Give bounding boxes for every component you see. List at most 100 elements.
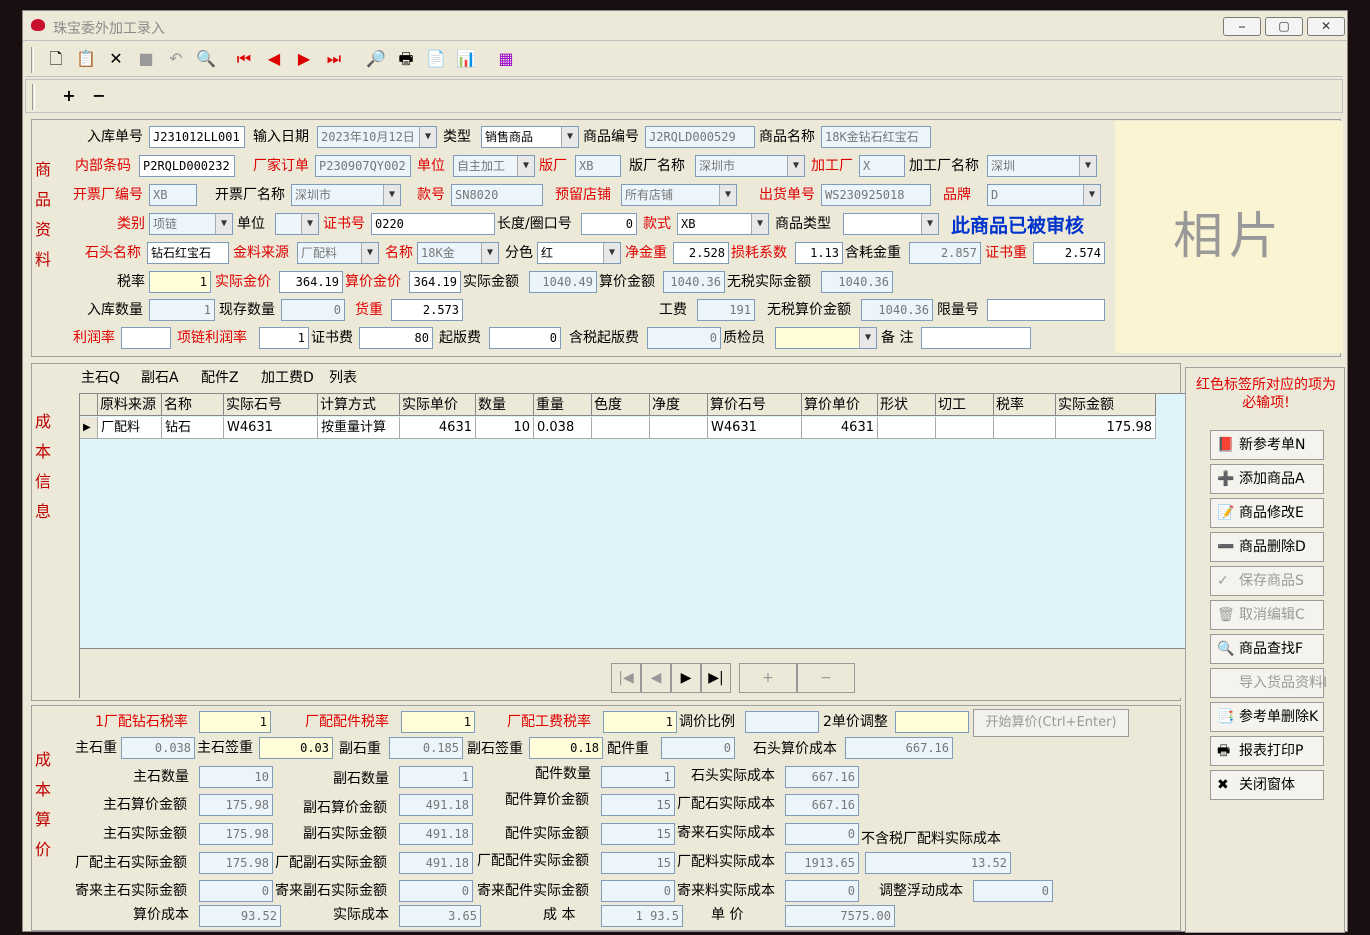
grid-cell[interactable]: 按重量计算: [318, 417, 400, 439]
sent-main-stone-amt-field[interactable]: 0: [199, 880, 273, 902]
qc-select[interactable]: [775, 327, 877, 349]
undo-icon[interactable]: ↶: [165, 49, 187, 69]
print-report-button[interactable]: 🖶 报表打印P: [1210, 736, 1324, 766]
in-no-field[interactable]: J231012LL001: [149, 126, 245, 148]
date-picker[interactable]: 2023年10月12日: [317, 126, 437, 148]
code-field[interactable]: J2RQLD000529: [645, 126, 755, 148]
ver-name-select[interactable]: 深圳市: [695, 155, 805, 177]
grid-cell[interactable]: [650, 417, 708, 439]
notax-calc-field[interactable]: 1040.36: [861, 299, 933, 321]
ptype-select[interactable]: [843, 213, 939, 235]
tab-labor[interactable]: 加工费D: [261, 367, 314, 389]
factory-side-stone-amt-field[interactable]: 491.18: [399, 852, 473, 874]
limit-field[interactable]: [987, 299, 1105, 321]
grid-cell[interactable]: 175.98: [1056, 417, 1156, 439]
name-field[interactable]: 18K金钻石红宝石: [821, 126, 931, 148]
grid-cell[interactable]: 厂配料: [98, 417, 162, 439]
remove-icon[interactable]: −: [88, 86, 110, 106]
new-icon[interactable]: 🗋: [45, 49, 67, 69]
tax-field[interactable]: 1: [149, 271, 211, 293]
nav-last-button[interactable]: ▶|: [701, 663, 731, 693]
minfee-field[interactable]: 0: [489, 327, 561, 349]
cost-field[interactable]: 1 93.5: [601, 905, 683, 927]
main-stone-qty-field[interactable]: 10: [199, 766, 273, 788]
certw-field[interactable]: 2.574: [1033, 242, 1105, 264]
minimize-button[interactable]: ⎯: [1223, 17, 1261, 36]
parts-weight-field[interactable]: 0: [661, 737, 735, 759]
color-select[interactable]: 红: [537, 242, 621, 264]
inv-name-select[interactable]: 深圳市: [291, 184, 401, 206]
side-stone-actual-amt-field[interactable]: 491.18: [399, 823, 473, 845]
out-no-field[interactable]: WS230925018: [821, 184, 931, 206]
style-field[interactable]: SN8020: [451, 184, 543, 206]
type-select[interactable]: 销售商品: [481, 126, 579, 148]
rate3-field[interactable]: 1: [603, 711, 677, 733]
preview-icon[interactable]: 🔎: [365, 49, 387, 69]
rate2-field[interactable]: 1: [401, 711, 475, 733]
side-stone-tag-field[interactable]: 0.18: [529, 737, 603, 759]
unit-price-field[interactable]: 7575.00: [785, 905, 895, 927]
nav-first-button[interactable]: |◀: [611, 663, 641, 693]
main-stone-actual-amt-field[interactable]: 175.98: [199, 823, 273, 845]
grid-cell[interactable]: 10: [476, 417, 534, 439]
factory-order-field[interactable]: P230907QY002: [315, 155, 411, 177]
stone-calc-cost-field[interactable]: 667.16: [845, 737, 953, 759]
nav-next-button[interactable]: ▶: [671, 663, 701, 693]
nav-prev-button[interactable]: ◀: [641, 663, 671, 693]
delete-reference-button[interactable]: 📑 参考单删除K: [1210, 702, 1324, 732]
grid-cell[interactable]: 4631: [802, 417, 878, 439]
inv-no-field[interactable]: XB: [149, 184, 197, 206]
grid-cell[interactable]: W4631: [224, 417, 318, 439]
parts-calc-amt-field[interactable]: 15: [601, 794, 675, 816]
sent-side-stone-amt-field[interactable]: 0: [399, 880, 473, 902]
main-stone-tag-field[interactable]: 0.03: [259, 737, 333, 759]
parts-actual-amt-field[interactable]: 15: [601, 823, 675, 845]
store-select[interactable]: 所有店铺: [621, 184, 737, 206]
side-stone-qty-field[interactable]: 1: [399, 766, 473, 788]
adj-field[interactable]: [745, 711, 819, 733]
cert-field[interactable]: 0220: [371, 213, 495, 235]
actual-amt-field[interactable]: 1040.49: [529, 271, 597, 293]
export-icon[interactable]: 📄: [425, 49, 447, 69]
grid-cell[interactable]: [592, 417, 650, 439]
proc-field[interactable]: X: [859, 155, 905, 177]
factory-main-stone-amt-field[interactable]: 175.98: [199, 852, 273, 874]
parts-qty-field[interactable]: 1: [601, 766, 675, 788]
grid-icon[interactable]: ▦: [495, 49, 517, 69]
tab-parts[interactable]: 配件Z: [201, 367, 239, 389]
certfee-field[interactable]: 80: [359, 327, 433, 349]
find-product-button[interactable]: 🔍 商品查找F: [1210, 634, 1324, 664]
weight-field[interactable]: 2.573: [391, 299, 463, 321]
last-record-icon[interactable]: ⏭: [323, 49, 345, 69]
proc-name-select[interactable]: 深圳: [987, 155, 1097, 177]
modify-product-button[interactable]: 📝 商品修改E: [1210, 498, 1324, 528]
loss-field[interactable]: 1.13: [795, 242, 843, 264]
factory-parts-amt-field[interactable]: 15: [601, 852, 675, 874]
unit-select[interactable]: 自主加工: [453, 155, 535, 177]
factory-stone-cost-field[interactable]: 667.16: [785, 794, 859, 816]
taxmin-field[interactable]: 0: [647, 327, 721, 349]
maximize-button[interactable]: ▢: [1265, 17, 1303, 36]
notax-factory-cost-field[interactable]: 13.52: [865, 852, 1011, 874]
calc-gp-field[interactable]: 364.19: [409, 271, 461, 293]
ver-field[interactable]: XB: [575, 155, 621, 177]
main-stone-calc-amt-field[interactable]: 175.98: [199, 794, 273, 816]
first-record-icon[interactable]: ⏮: [233, 49, 255, 69]
notax-field[interactable]: 1040.36: [821, 271, 893, 293]
delete-product-button[interactable]: ➖ 商品删除D: [1210, 532, 1324, 562]
tab-side-stone[interactable]: 副石A: [141, 367, 179, 389]
close-form-button[interactable]: ✖ 关闭窗体: [1210, 770, 1324, 800]
start-calc-button[interactable]: 开始算价(Ctrl+Enter): [973, 709, 1129, 737]
calc-amt-field[interactable]: 1040.36: [663, 271, 725, 293]
excel-icon[interactable]: 📊: [455, 49, 477, 69]
actual-cost-field[interactable]: 3.65: [399, 905, 481, 927]
sent-stone-cost-field[interactable]: 0: [785, 823, 859, 845]
edit-icon[interactable]: 📋: [75, 49, 97, 69]
cancel-edit-button[interactable]: 🗑 取消编辑C: [1210, 600, 1324, 630]
rate1-field[interactable]: 1: [199, 711, 271, 733]
unit2-select[interactable]: [275, 213, 319, 235]
side-stone-weight-field[interactable]: 0.185: [389, 737, 463, 759]
delete-icon[interactable]: ✕: [105, 49, 127, 69]
sent-material-cost-field[interactable]: 0: [785, 880, 859, 902]
grid-cell[interactable]: [994, 417, 1056, 439]
